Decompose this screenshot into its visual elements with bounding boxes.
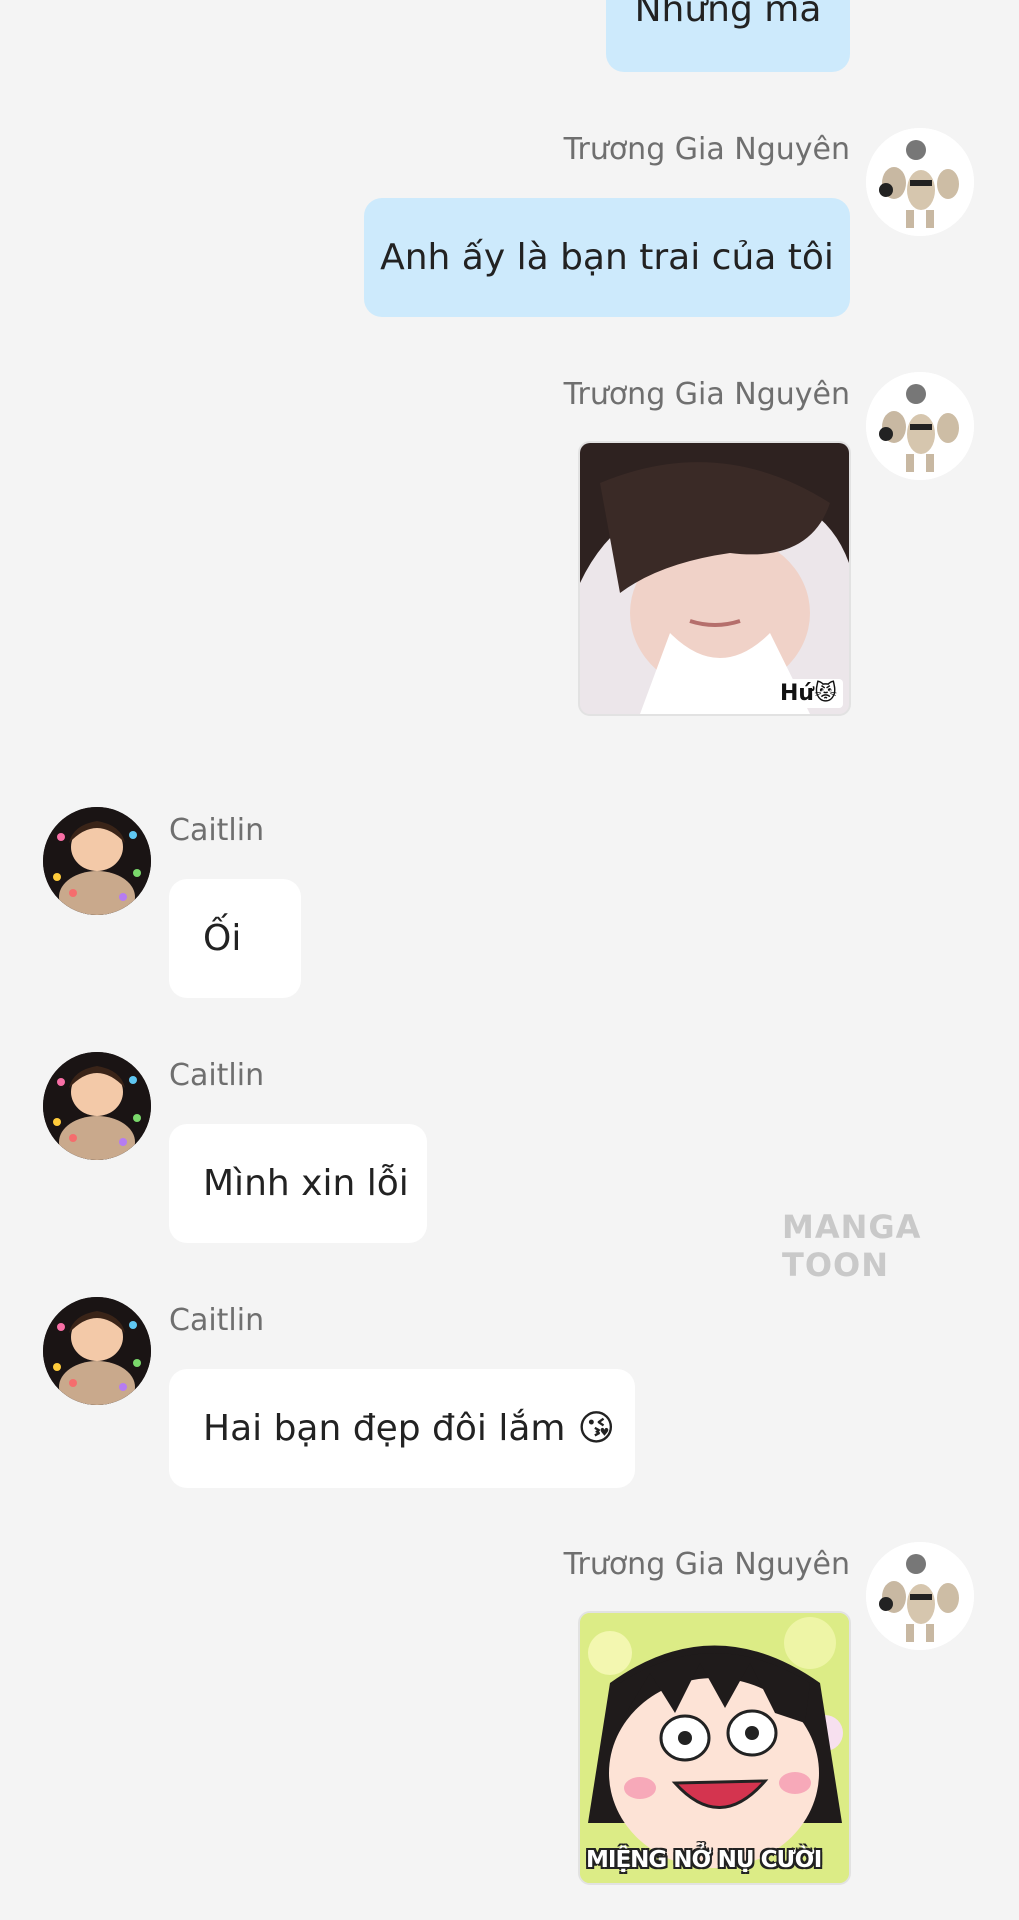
avatar-caitlin[interactable] xyxy=(43,1297,151,1405)
cats-band-avatar-image xyxy=(866,372,974,480)
sender-name: Caitlin xyxy=(169,1303,265,1338)
angry-cat-icon: 😾 xyxy=(814,681,837,706)
avatar-caitlin[interactable] xyxy=(43,1052,151,1160)
girl-avatar-image xyxy=(43,1052,151,1160)
sender-name: Trương Gia Nguyên xyxy=(563,377,850,412)
avatar-truong-gia-nguyen[interactable] xyxy=(866,1542,974,1650)
message-bubble-incoming[interactable]: Mình xin lỗi xyxy=(169,1124,427,1243)
sticker-caption: MIỆNG NỞ NỤ CƯỜI xyxy=(586,1847,822,1873)
sticker-image[interactable]: Hứ😾 xyxy=(578,441,851,716)
sender-name: Caitlin xyxy=(169,1058,265,1093)
girl-avatar-image xyxy=(43,1297,151,1405)
message-text: Anh ấy là bạn trai của tôi xyxy=(380,236,834,278)
sender-name: Trương Gia Nguyên xyxy=(563,132,850,167)
message-bubble-outgoing[interactable]: Nhưng mà xyxy=(606,0,850,72)
message-bubble-incoming[interactable]: Ối xyxy=(169,879,301,998)
sticker-image[interactable]: MIỆNG NỞ NỤ CƯỜI xyxy=(578,1611,851,1885)
manga-toon-watermark: MANGA TOON xyxy=(782,1208,922,1284)
message-text: Ối xyxy=(203,917,242,959)
message-text: Nhưng mà xyxy=(634,0,822,30)
avatar-caitlin[interactable] xyxy=(43,807,151,915)
cats-band-avatar-image xyxy=(866,128,974,236)
sender-name: Caitlin xyxy=(169,813,265,848)
girl-avatar-image xyxy=(43,807,151,915)
sender-name: Trương Gia Nguyên xyxy=(563,1547,850,1582)
sticker-caption-box: Hứ😾 xyxy=(773,679,843,708)
sticker-caption: Hứ xyxy=(779,681,815,706)
message-bubble-incoming[interactable]: Hai bạn đẹp đôi lắm 😘 xyxy=(169,1369,635,1488)
message-text: Mình xin lỗi xyxy=(203,1162,409,1204)
cartoon-girl-sticker-drawing xyxy=(580,1613,849,1883)
message-bubble-outgoing[interactable]: Anh ấy là bạn trai của tôi xyxy=(364,198,850,317)
avatar-truong-gia-nguyen[interactable] xyxy=(866,128,974,236)
cats-band-avatar-image xyxy=(866,1542,974,1650)
message-text: Hai bạn đẹp đôi lắm xyxy=(203,1407,566,1449)
avatar-truong-gia-nguyen[interactable] xyxy=(866,372,974,480)
kiss-emoji-icon: 😘 xyxy=(577,1407,616,1449)
boy-sticker-drawing xyxy=(580,443,849,714)
